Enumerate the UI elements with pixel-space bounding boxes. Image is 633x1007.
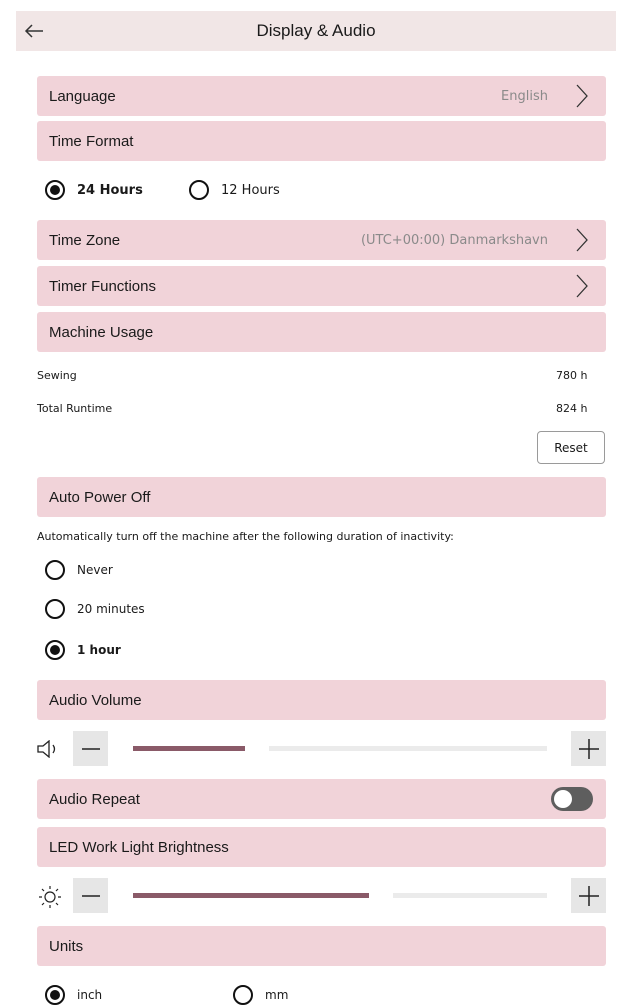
units-header: Units <box>37 926 606 966</box>
language-row[interactable]: Language English <box>37 76 606 116</box>
reset-button[interactable]: Reset <box>537 431 605 464</box>
plus-icon <box>578 885 599 906</box>
radio-1-hour[interactable]: 1 hour <box>45 640 121 660</box>
minus-icon <box>81 894 100 897</box>
sewing-value: 780 h <box>556 369 588 382</box>
radio-inch[interactable]: inch <box>45 985 102 1005</box>
total-runtime-value: 824 h <box>556 402 588 415</box>
units-label: Units <box>49 937 84 955</box>
audio-volume-label: Audio Volume <box>49 691 142 709</box>
chevron-right-icon <box>576 266 588 306</box>
radio-unselected-icon <box>45 560 65 580</box>
volume-slider[interactable] <box>133 746 547 751</box>
language-value: English <box>501 88 548 104</box>
radio-label: Never <box>77 563 113 577</box>
audio-repeat-label: Audio Repeat <box>49 790 140 808</box>
volume-increase-button[interactable] <box>571 731 606 766</box>
auto-power-off-label: Auto Power Off <box>49 488 151 506</box>
radio-never[interactable]: Never <box>45 560 113 580</box>
plus-icon <box>578 738 599 759</box>
volume-decrease-button[interactable] <box>73 731 108 766</box>
timer-functions-row[interactable]: Timer Functions <box>37 266 606 306</box>
radio-selected-icon <box>45 985 65 1005</box>
machine-usage-label: Machine Usage <box>49 323 154 341</box>
radio-mm[interactable]: mm <box>233 985 288 1005</box>
radio-unselected-icon <box>45 599 65 619</box>
brightness-decrease-button[interactable] <box>73 878 108 913</box>
brightness-increase-button[interactable] <box>571 878 606 913</box>
total-runtime-label: Total Runtime <box>37 402 113 415</box>
time-format-header: Time Format <box>37 121 606 161</box>
auto-power-off-description: Automatically turn off the machine after… <box>37 530 454 543</box>
radio-label: mm <box>265 988 289 1002</box>
toggle-knob <box>554 790 572 808</box>
radio-label: inch <box>77 988 103 1002</box>
led-brightness-header: LED Work Light Brightness <box>37 827 606 867</box>
time-zone-value: (UTC+00:00) Danmarkshavn <box>360 232 548 248</box>
radio-20-minutes[interactable]: 20 minutes <box>45 599 145 619</box>
audio-repeat-toggle[interactable] <box>551 787 593 811</box>
radio-12-hours[interactable]: 12 Hours <box>189 180 280 200</box>
time-zone-label: Time Zone <box>49 231 121 249</box>
brightness-slider[interactable] <box>133 893 547 898</box>
radio-label: 12 Hours <box>221 182 280 198</box>
brightness-slider-fill <box>133 893 369 898</box>
time-format-label: Time Format <box>49 132 134 150</box>
radio-label: 1 hour <box>77 643 121 657</box>
radio-selected-icon <box>45 640 65 660</box>
sun-icon <box>39 886 61 908</box>
auto-power-off-header: Auto Power Off <box>37 477 606 517</box>
audio-repeat-row: Audio Repeat <box>37 779 606 819</box>
radio-label: 20 minutes <box>77 602 145 616</box>
sewing-label: Sewing <box>37 369 77 382</box>
radio-unselected-icon <box>233 985 253 1005</box>
volume-slider-fill <box>133 746 245 751</box>
chevron-right-icon <box>576 220 588 260</box>
language-label: Language <box>49 87 116 105</box>
page-title: Display & Audio <box>256 21 376 40</box>
led-brightness-label: LED Work Light Brightness <box>49 838 229 856</box>
speaker-icon <box>37 740 56 758</box>
radio-24-hours[interactable]: 24 Hours <box>45 180 143 200</box>
chevron-right-icon <box>576 76 588 116</box>
top-bar: Display & Audio <box>16 11 616 51</box>
radio-selected-icon <box>45 180 65 200</box>
timer-functions-label: Timer Functions <box>49 277 156 295</box>
audio-volume-header: Audio Volume <box>37 680 606 720</box>
radio-label: 24 Hours <box>77 182 143 198</box>
machine-usage-header: Machine Usage <box>37 312 606 352</box>
minus-icon <box>81 747 100 750</box>
radio-unselected-icon <box>189 180 209 200</box>
time-zone-row[interactable]: Time Zone (UTC+00:00) Danmarkshavn <box>37 220 606 260</box>
